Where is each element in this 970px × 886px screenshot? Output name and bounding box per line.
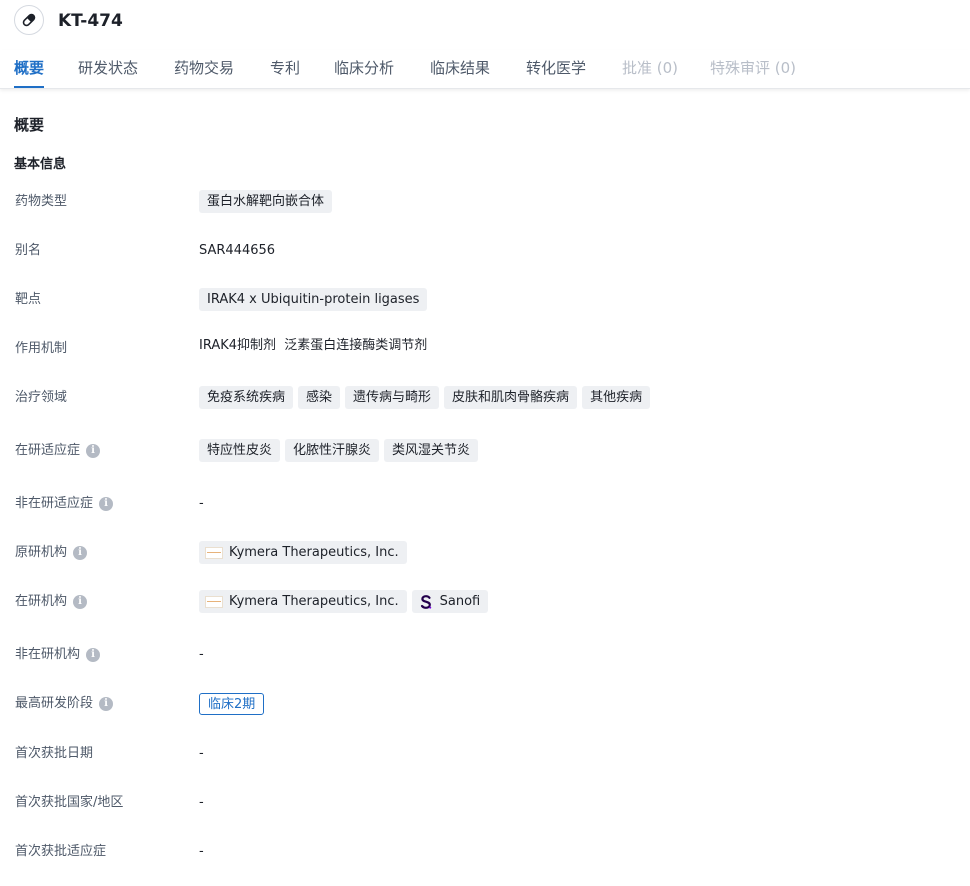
pill-icon xyxy=(14,5,44,35)
alias-value: SAR444656 xyxy=(199,243,276,258)
info-icon[interactable]: i xyxy=(86,444,101,458)
tab-approvals: 批准 (0) xyxy=(622,59,679,77)
row-label: 首次获批日期 xyxy=(15,746,94,761)
info-icon[interactable]: i xyxy=(86,648,101,662)
tab-patents[interactable]: 专利 xyxy=(270,50,300,88)
row-label: 首次获批国家/地区 xyxy=(15,795,124,810)
kymera-logo-icon xyxy=(205,546,223,559)
row-label: 最高研发阶段 xyxy=(15,696,94,711)
indication-tag[interactable]: 类风湿关节炎 xyxy=(384,439,479,462)
row-label: 在研机构 xyxy=(15,594,68,609)
info-icon[interactable]: i xyxy=(99,697,114,711)
first-approval-date-value: - xyxy=(199,746,204,761)
row-label: 药物类型 xyxy=(15,194,68,209)
row-label: 别名 xyxy=(15,243,42,258)
row-label: 首次获批适应症 xyxy=(15,844,107,859)
tab-translational-medicine[interactable]: 转化医学 xyxy=(526,50,586,88)
org-name: Kymera Therapeutics, Inc. xyxy=(229,545,399,560)
org-name: Kymera Therapeutics, Inc. xyxy=(229,594,399,609)
row-label: 在研适应症 xyxy=(15,443,81,458)
org-tag-kymera[interactable]: Kymera Therapeutics, Inc. xyxy=(199,541,407,564)
org-tag-sanofi[interactable]: Sanofi xyxy=(411,590,489,613)
inactive-indications-value: - xyxy=(199,496,204,511)
therapeutic-area-tag: 其他疾病 xyxy=(582,386,651,409)
page-title: KT-474 xyxy=(58,11,123,31)
subsection-title: 基本信息 xyxy=(14,157,67,172)
section-title: 概要 xyxy=(14,116,45,134)
row-label: 治疗领域 xyxy=(15,390,68,405)
inactive-orgs-value: - xyxy=(199,647,204,662)
indication-tag[interactable]: 特应性皮炎 xyxy=(199,439,281,462)
tab-clinical-analysis[interactable]: 临床分析 xyxy=(334,50,394,88)
therapeutic-area-tag: 遗传病与畸形 xyxy=(345,386,440,409)
target-tag[interactable]: IRAK4 x Ubiquitin-protein ligases xyxy=(199,288,428,311)
tab-special-review: 特殊审评 (0) xyxy=(710,59,797,77)
tab-drug-deals[interactable]: 药物交易 xyxy=(174,50,234,88)
row-label: 非在研机构 xyxy=(15,647,81,662)
sanofi-logo-icon xyxy=(418,594,434,610)
row-label: 靶点 xyxy=(15,292,42,307)
row-label: 作用机制 xyxy=(15,341,68,356)
drug-header: KT-474 xyxy=(0,0,970,42)
kymera-logo-icon xyxy=(205,595,223,608)
row-label: 原研机构 xyxy=(15,545,68,560)
tab-bar: 概要 研发状态 药物交易 专利 临床分析 临床结果 转化医学 批准 (0) 特殊… xyxy=(0,50,970,89)
first-approval-indication-value: - xyxy=(199,844,204,859)
org-name: Sanofi xyxy=(439,594,481,609)
therapeutic-area-tag: 免疫系统疾病 xyxy=(199,386,294,409)
info-icon[interactable]: i xyxy=(73,595,88,609)
mechanism-value: IRAK4抑制剂 泛素蛋白连接酶类调节剂 xyxy=(199,338,428,353)
therapeutic-area-tag: 皮肤和肌肉骨骼疾病 xyxy=(444,386,578,409)
phase-badge: 临床2期 xyxy=(199,693,265,715)
first-approval-country-value: - xyxy=(199,795,204,810)
tab-rd-status[interactable]: 研发状态 xyxy=(78,50,138,88)
org-tag-kymera[interactable]: Kymera Therapeutics, Inc. xyxy=(199,590,407,613)
info-icon[interactable]: i xyxy=(99,497,114,511)
info-icon[interactable]: i xyxy=(73,546,88,560)
indication-tag[interactable]: 化脓性汗腺炎 xyxy=(285,439,380,462)
row-label: 非在研适应症 xyxy=(15,496,94,511)
tab-clinical-results[interactable]: 临床结果 xyxy=(430,50,490,88)
therapeutic-area-tag: 感染 xyxy=(298,386,341,409)
drug-type-tag: 蛋白水解靶向嵌合体 xyxy=(199,190,333,213)
tab-overview[interactable]: 概要 xyxy=(14,50,45,88)
